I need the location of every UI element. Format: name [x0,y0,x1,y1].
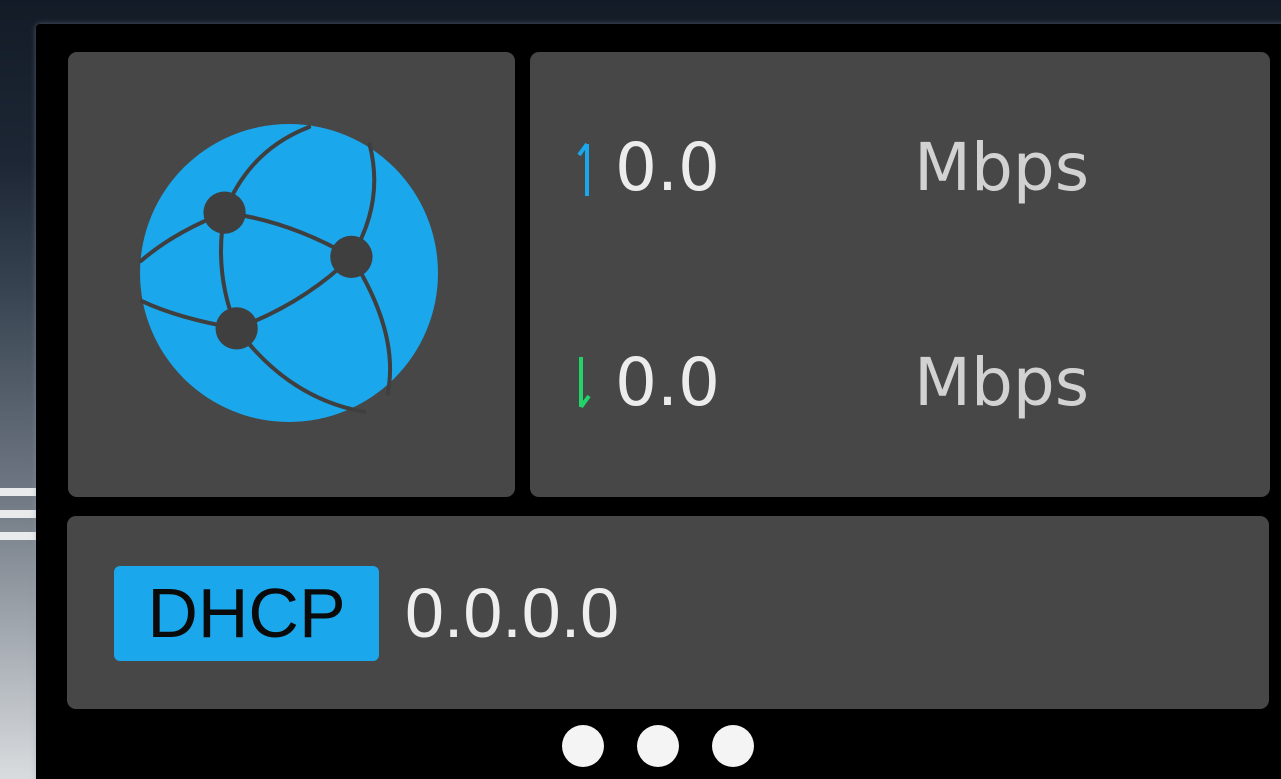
page-indicator [562,725,754,769]
download-speed-value: 0.0 [615,344,720,421]
ip-address-value: 0.0.0.0 [405,574,620,652]
upload-speed-unit: Mbps [914,129,1090,206]
background-stripe [0,532,40,540]
page-dot-1[interactable] [562,725,604,767]
throughput-tile[interactable] [530,52,1270,497]
download-arrow-icon [579,357,591,409]
page-dot-2[interactable] [637,725,679,767]
background-stripe [0,510,40,518]
globe-network-icon [139,124,438,422]
download-speed-unit: Mbps [914,344,1090,421]
download-speed-row: 0.0 Mbps [575,343,1089,423]
background-stripe [0,488,40,496]
dhcp-mode-badge: DHCP [114,566,379,661]
upload-speed-row: 0.0 Mbps [575,128,1089,208]
page-dot-3[interactable] [712,725,754,767]
upload-speed-value: 0.0 [615,129,720,206]
upload-arrow-icon [577,142,589,196]
